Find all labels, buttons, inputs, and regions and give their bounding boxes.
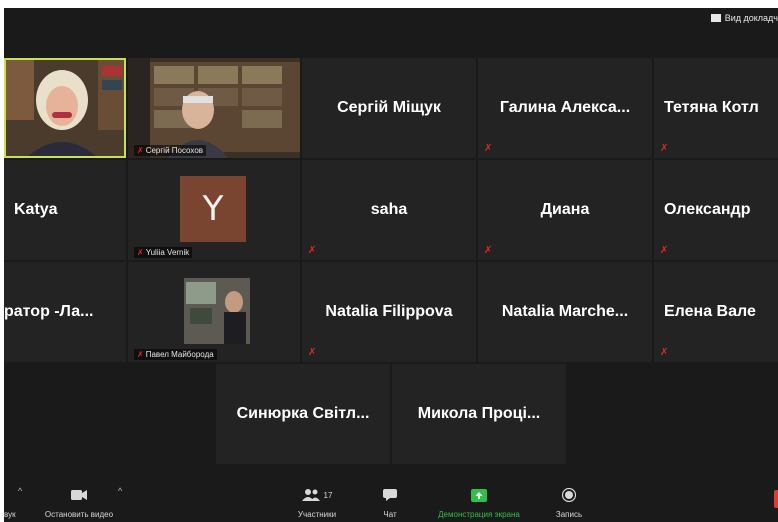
participant-name: Katya — [14, 201, 58, 218]
participants-count: 17 — [323, 490, 333, 500]
share-screen-icon — [424, 488, 534, 502]
muted-mic-icon: ✗ — [308, 347, 317, 358]
chat-bubble-icon — [345, 488, 435, 502]
participant-tile-speaker[interactable] — [4, 58, 126, 158]
participant-tile[interactable]: ратор -Ла... — [4, 262, 126, 362]
participant-name-label: ✗ Сергій Посохов — [134, 145, 207, 156]
participant-tile[interactable]: ✗ Павел Майборода — [128, 262, 300, 362]
participant-name-label: ✗ Павел Майборода — [134, 349, 217, 360]
participant-tile[interactable]: Синюрка Світл... — [216, 364, 390, 464]
participant-tile[interactable]: Диана ✗ — [478, 160, 652, 260]
record-label: Запись — [555, 510, 583, 519]
participant-tile[interactable]: Y ✗ Yuliia Vernik — [128, 160, 300, 260]
record-button[interactable]: Запись — [524, 478, 614, 522]
end-meeting-button-edge[interactable] — [774, 490, 778, 508]
view-mode-label: Вид докладч — [724, 13, 778, 23]
participant-name: Микола Проці... — [417, 405, 541, 422]
participant-tile[interactable]: Елена Вале ✗ — [654, 262, 778, 362]
avatar: Y — [180, 176, 246, 242]
stop-video-label: Остановить видео — [44, 510, 114, 519]
participant-video — [128, 262, 300, 362]
muted-mic-icon: ✗ — [660, 245, 669, 256]
participant-tile[interactable]: Katya — [4, 160, 126, 260]
audio-options-caret-icon[interactable]: ^ — [18, 486, 22, 496]
muted-mic-icon: ✗ — [660, 347, 669, 358]
grid-view-icon — [710, 14, 721, 22]
share-screen-label: Демонстрация экрана — [438, 510, 520, 519]
participant-name: Сергій Міщук — [337, 99, 441, 116]
top-bar: Вид докладч — [4, 8, 778, 30]
record-icon — [524, 488, 614, 502]
participant-tile[interactable]: ✗ Сергій Посохов — [128, 58, 300, 158]
muted-mic-icon: ✗ — [137, 248, 144, 257]
video-options-caret-icon[interactable]: ^ — [118, 486, 122, 496]
participant-name-label: ✗ Yuliia Vernik — [134, 247, 193, 258]
participant-name: Олександр — [664, 201, 751, 218]
muted-mic-icon: ✗ — [484, 245, 493, 256]
participant-name: Тетяна Котл — [664, 99, 759, 116]
stop-video-button[interactable]: Остановить видео — [34, 478, 124, 522]
participant-tile[interactable]: Тетяна Котл ✗ — [654, 58, 778, 158]
zoom-meeting-window: Вид докладч ✗ Сергій Посохов Сергій Міщу… — [4, 8, 778, 522]
participant-name: Natalia Marche... — [501, 303, 629, 320]
participant-name: Диана — [540, 201, 590, 218]
muted-mic-icon: ✗ — [484, 143, 493, 154]
audio-label: вук — [4, 510, 16, 519]
share-screen-button[interactable]: Демонстрация экрана — [424, 478, 534, 522]
meeting-toolbar: вук ^ Остановить видео ^ 17 Участники Ча… — [4, 478, 778, 522]
participant-name: Елена Вале — [664, 303, 756, 320]
speaker-video — [6, 60, 124, 156]
participant-tile[interactable]: Сергій Міщук — [302, 58, 476, 158]
video-camera-icon — [34, 488, 124, 502]
participant-name: ратор -Ла... — [4, 303, 94, 320]
participant-tile[interactable]: Олександр ✗ — [654, 160, 778, 260]
participant-video — [128, 58, 300, 158]
participant-tile[interactable]: Микола Проці... — [392, 364, 566, 464]
chat-label: Чат — [383, 510, 397, 519]
participant-tile[interactable]: saha ✗ — [302, 160, 476, 260]
view-mode-button[interactable]: Вид докладч — [710, 10, 778, 26]
participant-tile[interactable]: Natalia Filippova ✗ — [302, 262, 476, 362]
muted-mic-icon: ✗ — [308, 245, 317, 256]
participant-name: Синюрка Світл... — [236, 405, 370, 422]
participant-tile[interactable]: Галина Алекса... ✗ — [478, 58, 652, 158]
muted-mic-icon: ✗ — [137, 350, 144, 359]
participant-name: Галина Алекса... — [499, 99, 631, 116]
muted-mic-icon: ✗ — [660, 143, 669, 154]
participant-tile[interactable]: Natalia Marche... — [478, 262, 652, 362]
participant-name: saha — [370, 201, 408, 218]
participant-name: Natalia Filippova — [325, 303, 453, 320]
chat-button[interactable]: Чат — [345, 478, 435, 522]
muted-mic-icon: ✗ — [137, 146, 144, 155]
